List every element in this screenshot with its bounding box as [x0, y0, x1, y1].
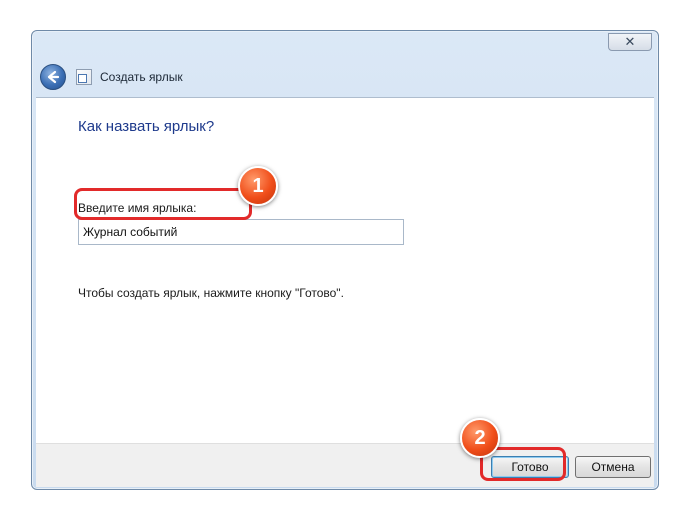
close-icon: ✕ [624, 34, 636, 49]
page-title: Как назвать ярлык? [78, 118, 215, 135]
shortcut-name-input[interactable] [78, 219, 404, 245]
window-title: Создать ярлык [100, 70, 183, 84]
wizard-content: Как назвать ярлык? Введите имя ярлыка: Ч… [36, 97, 654, 471]
step-marker-1: 1 [238, 166, 278, 206]
create-shortcut-window: ✕ Создать ярлык Как назвать ярлык? Введи… [31, 30, 659, 490]
highlight-name-input [74, 188, 252, 220]
shortcut-icon [76, 69, 92, 85]
step-marker-2: 2 [460, 418, 500, 458]
back-button[interactable] [40, 64, 66, 90]
cancel-button[interactable]: Отмена [575, 456, 651, 478]
back-arrow-icon [47, 70, 60, 84]
instruction-text: Чтобы создать ярлык, нажмите кнопку "Гот… [78, 286, 344, 300]
title-bar: Создать ярлык [36, 59, 654, 95]
close-button[interactable]: ✕ [608, 33, 652, 51]
